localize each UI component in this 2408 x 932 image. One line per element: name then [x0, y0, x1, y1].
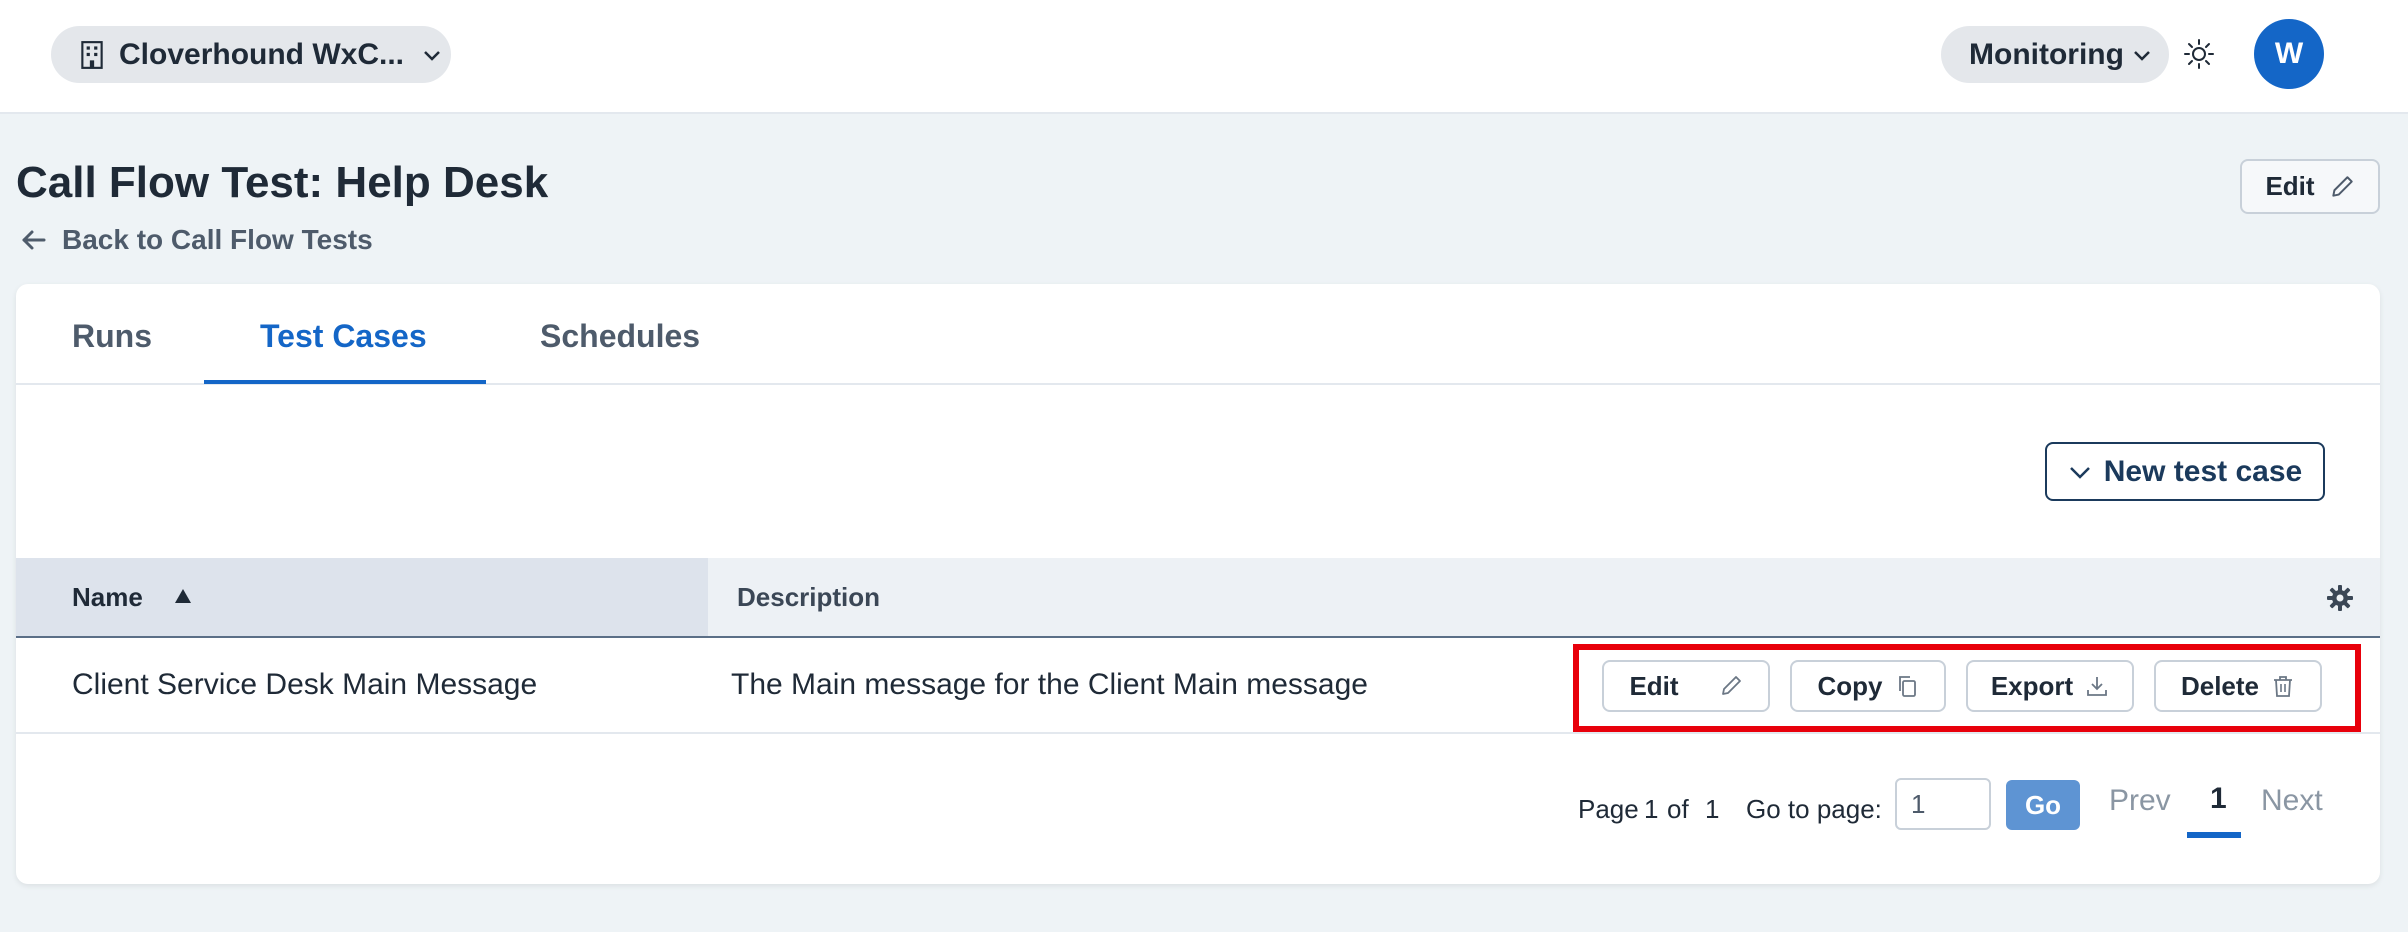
back-link-label: Back to Call Flow Tests: [62, 224, 373, 255]
page-title: Call Flow Test: Help Desk: [16, 158, 549, 207]
avatar[interactable]: W: [2254, 19, 2324, 89]
prev-page-button[interactable]: Prev: [2109, 784, 2171, 818]
table-header: Name Description: [16, 558, 2380, 638]
page-label: Page: [1578, 794, 1639, 824]
row-export-label: Export: [1990, 670, 2074, 701]
building-icon: [81, 40, 103, 69]
back-link[interactable]: Back to Call Flow Tests: [20, 224, 373, 256]
new-test-case-button[interactable]: New test case: [2045, 442, 2325, 501]
go-label: Go: [2024, 789, 2062, 820]
row-export-button[interactable]: Export: [1966, 660, 2134, 712]
pencil-icon: [2331, 175, 2353, 197]
total-pages-value: 1: [1705, 794, 1720, 824]
chevron-down-icon: [424, 50, 440, 61]
of-label: of: [1667, 794, 1689, 824]
monitoring-menu[interactable]: Monitoring: [1941, 26, 2169, 83]
sun-icon[interactable]: [2183, 38, 2215, 70]
monitoring-label: Monitoring: [1969, 37, 2124, 71]
tab-bar: Runs Test Cases Schedules: [16, 284, 2380, 385]
edit-test-button[interactable]: Edit: [2240, 159, 2380, 214]
column-name-label: Name: [72, 582, 143, 612]
go-button[interactable]: Go: [2006, 780, 2080, 830]
pencil-icon: [1721, 676, 1741, 695]
org-selector[interactable]: Cloverhound WxC...: [51, 26, 451, 83]
tab-test-cases[interactable]: Test Cases: [260, 318, 427, 355]
current-page-indicator: [2187, 832, 2241, 838]
goto-page-input[interactable]: [1895, 778, 1991, 830]
download-icon: [2087, 677, 2108, 696]
pagination: Page 1 of 1 Go to page: Go Prev 1 Next: [16, 734, 2380, 884]
test-cases-card: Runs Test Cases Schedules New test case …: [16, 284, 2380, 884]
test-case-description: The Main message for the Client Main mes…: [731, 668, 1368, 701]
edit-test-label: Edit: [2265, 171, 2315, 201]
table-row: Client Service Desk Main Message The Mai…: [16, 638, 2380, 734]
trash-icon: [2274, 676, 2293, 697]
row-delete-button[interactable]: Delete: [2154, 660, 2322, 712]
avatar-initial: W: [2274, 37, 2304, 70]
next-page-button[interactable]: Next: [2261, 784, 2323, 818]
column-header-name[interactable]: Name: [16, 558, 708, 636]
tab-runs[interactable]: Runs: [72, 318, 152, 355]
chevron-down-icon: [2069, 466, 2090, 479]
new-test-case-label: New test case: [2103, 454, 2303, 488]
test-case-name[interactable]: Client Service Desk Main Message: [72, 668, 537, 702]
arrow-left-icon: [22, 230, 46, 250]
chevron-down-icon: [2134, 50, 2150, 61]
sort-ascending-icon: [175, 589, 191, 603]
page-number-button[interactable]: 1: [2210, 782, 2227, 816]
row-copy-label: Copy: [1817, 670, 1883, 701]
row-copy-button[interactable]: Copy: [1790, 660, 1946, 712]
current-page-value: 1: [1644, 794, 1659, 824]
row-delete-label: Delete: [2180, 670, 2260, 701]
column-header-description[interactable]: Description: [737, 582, 880, 613]
top-bar: Cloverhound WxC... Monitoring W: [0, 0, 2408, 114]
row-edit-label: Edit: [1629, 670, 1679, 701]
row-edit-button[interactable]: Edit: [1602, 660, 1770, 712]
goto-page-label: Go to page:: [1746, 794, 1882, 824]
tab-schedules[interactable]: Schedules: [540, 318, 700, 355]
gear-icon[interactable]: [2326, 584, 2354, 612]
active-tab-indicator: [204, 380, 486, 384]
org-name: Cloverhound WxC...: [119, 37, 404, 71]
copy-icon: [1898, 676, 1916, 697]
